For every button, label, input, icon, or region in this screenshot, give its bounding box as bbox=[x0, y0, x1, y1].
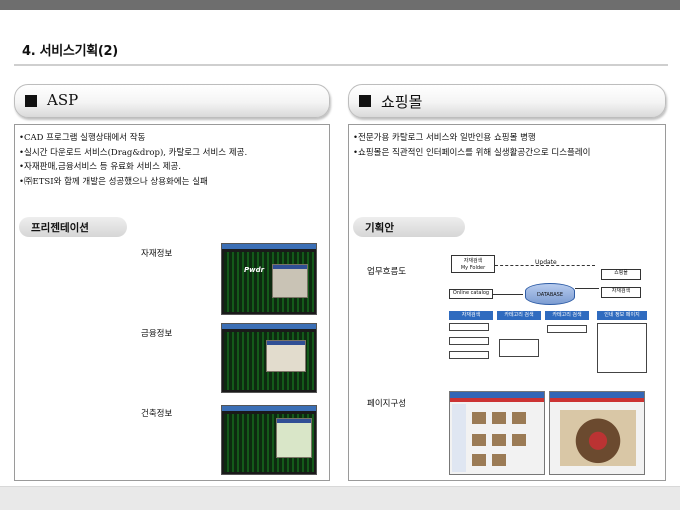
material-info-caption: 자재정보 bbox=[141, 249, 173, 259]
flow-tab: 카테고리 검색 bbox=[497, 311, 541, 320]
page-layout-screenshot-1 bbox=[449, 391, 545, 475]
finance-info-caption: 금융정보 bbox=[141, 329, 173, 339]
building-info-screenshot bbox=[221, 405, 317, 475]
plan-label-text: 기획안 bbox=[365, 222, 394, 234]
flow-tab: 카테고리 검색 bbox=[545, 311, 589, 320]
folder-box: 자재검색 My Folder bbox=[451, 255, 495, 273]
bottom-bar bbox=[0, 486, 680, 510]
asp-header-label: ASP bbox=[47, 91, 79, 109]
asp-bullet-list: •CAD 프로그램 실행상태에서 작동 •실시간 다운로드 서비스(Drag&d… bbox=[19, 131, 247, 189]
shopping-mall-panel: •전문가용 카탈로그 서비스와 일반인용 쇼핑몰 병행 •쇼핑몰은 직관적인 인… bbox=[348, 124, 666, 481]
page-layout-screenshot-2 bbox=[549, 391, 645, 475]
screenshot-text: Pwdr bbox=[244, 266, 265, 274]
plan-label: 기획안 bbox=[353, 217, 465, 237]
material-info-screenshot: Pwdr bbox=[221, 243, 317, 315]
database-cylinder: DATABASE bbox=[525, 283, 575, 305]
mall-box: 쇼핑몰 bbox=[601, 269, 641, 280]
title-divider bbox=[14, 64, 668, 66]
top-bar bbox=[0, 0, 680, 10]
asp-header: ASP bbox=[14, 84, 330, 118]
finance-info-screenshot bbox=[221, 323, 317, 393]
asp-panel: •CAD 프로그램 실행상태에서 작동 •실시간 다운로드 서비스(Drag&d… bbox=[14, 124, 330, 481]
presentation-label-text: 프리젠테이션 bbox=[31, 222, 89, 234]
presentation-label: 프리젠테이션 bbox=[19, 217, 127, 237]
shopping-mall-header: 쇼핑몰 bbox=[348, 84, 666, 118]
square-bullet-icon bbox=[359, 95, 371, 107]
bullet-item: •쇼핑몰은 직관적인 인터페이스를 위해 실생활공간으로 디스플레이 bbox=[353, 147, 591, 158]
square-bullet-icon bbox=[25, 95, 37, 107]
bullet-item: •전문가용 카탈로그 서비스와 일반인용 쇼핑몰 병행 bbox=[353, 133, 536, 143]
bullet-item: •실시간 다운로드 서비스(Drag&drop), 카탈로그 서비스 제공. bbox=[19, 147, 248, 158]
building-info-caption: 건축정보 bbox=[141, 409, 173, 419]
shopping-mall-header-label: 쇼핑몰 bbox=[381, 93, 423, 111]
online-catalog-box: Online catalog bbox=[449, 289, 493, 299]
workflow-caption: 업무흐름도 bbox=[367, 267, 407, 277]
bullet-item: •㈜ETSI와 함께 개발은 성공했으나 상용화에는 실패 bbox=[19, 176, 208, 187]
page-title: 4. 서비스기획(2) bbox=[22, 44, 118, 59]
bullet-item: •자재판매,금융서비스 등 유료화 서비스 제공. bbox=[19, 162, 181, 172]
workflow-diagram: 자재검색 My Folder Update Online catalog DATA… bbox=[445, 255, 665, 377]
flow-tab: 자재검색 bbox=[449, 311, 493, 320]
room-scene-image bbox=[560, 410, 636, 466]
material-box: 자재검색 bbox=[601, 287, 641, 298]
page-structure-caption: 페이지구성 bbox=[367, 399, 407, 409]
bullet-item: •CAD 프로그램 실행상태에서 작동 bbox=[19, 133, 146, 143]
mall-bullet-list: •전문가용 카탈로그 서비스와 일반인용 쇼핑몰 병행 •쇼핑몰은 직관적인 인… bbox=[353, 131, 591, 160]
flow-tab: 인네 정보 페이지 bbox=[597, 311, 647, 320]
